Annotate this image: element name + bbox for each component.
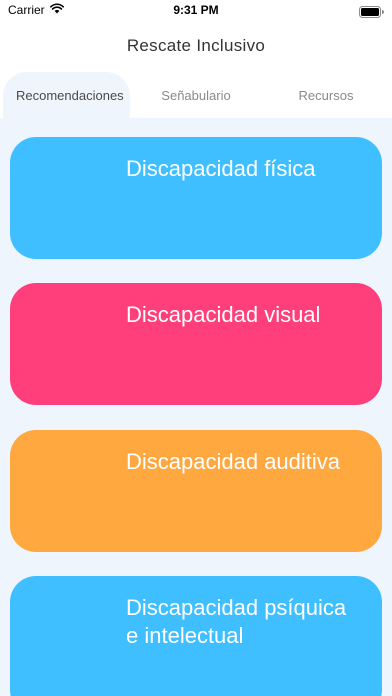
- nav-bar: Rescate Inclusivo: [0, 22, 392, 72]
- card-title: Discapacidad visual: [126, 302, 321, 327]
- card-discapacidad-psiquica[interactable]: Discapacidad psíquica e intelectual: [10, 576, 382, 696]
- tab-recursos[interactable]: Recursos: [262, 72, 390, 118]
- card-discapacidad-visual[interactable]: Discapacidad visual: [10, 283, 382, 405]
- card-title: Discapacidad física: [126, 156, 316, 181]
- card-title: Discapacidad psíquica e intelectual: [126, 595, 347, 648]
- card-discapacidad-auditiva[interactable]: Discapacidad auditiva: [10, 430, 382, 552]
- tab-bar: Recomendaciones Señabulario Recursos: [0, 72, 392, 118]
- card-discapacidad-fisica[interactable]: Discapacidad física: [10, 137, 382, 259]
- status-bar: Carrier 9:31 PM: [0, 0, 392, 22]
- battery-icon: [359, 5, 384, 23]
- page-title: Rescate Inclusivo: [126, 36, 266, 55]
- recommendations-list: Discapacidad física Discapacidad visual …: [0, 118, 392, 696]
- status-time: 9:31 PM: [173, 3, 219, 17]
- tab-recomendaciones[interactable]: Recomendaciones: [3, 72, 130, 118]
- card-title: Discapacidad auditiva: [126, 449, 341, 474]
- tab-senabulario[interactable]: Señabulario: [131, 72, 261, 118]
